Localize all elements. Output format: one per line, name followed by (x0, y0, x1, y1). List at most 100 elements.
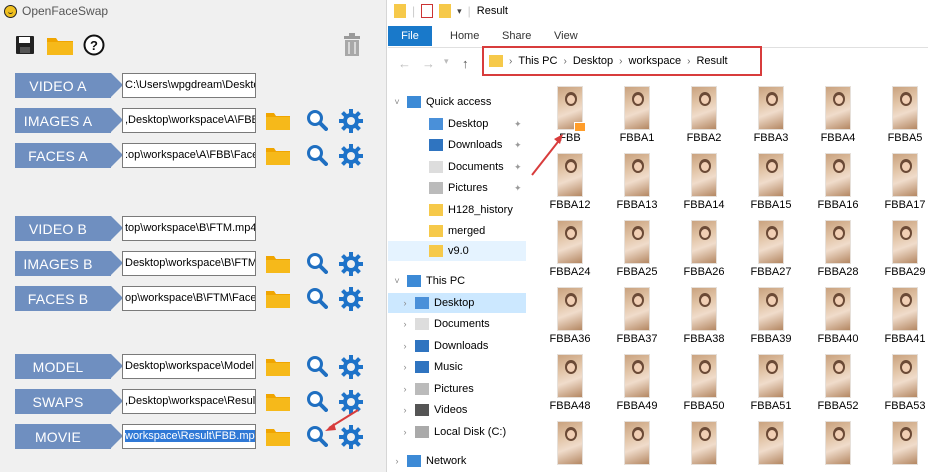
faces-b-path-field[interactable]: op\workspace\B\FTM\Face (122, 286, 256, 311)
up-arrow-icon[interactable]: ↑ (462, 56, 469, 71)
file-item[interactable]: FBBA28 (806, 220, 870, 278)
images-a-search-icon[interactable] (306, 109, 328, 131)
file-item[interactable]: FBBA39 (739, 287, 803, 345)
model-settings-gear-icon[interactable] (339, 355, 363, 379)
file-item[interactable]: FBBA14 (672, 153, 736, 211)
file-item[interactable] (672, 421, 736, 467)
save-icon[interactable] (15, 35, 35, 55)
tab-share[interactable]: Share (492, 26, 541, 46)
pin-icon[interactable]: ✦ (514, 183, 522, 194)
file-item[interactable]: FBB (538, 86, 602, 144)
tree-desktop-pinned[interactable]: Desktop ✦ (388, 114, 526, 134)
expand-chevron-icon[interactable]: › (400, 427, 410, 437)
breadcrumb-this-pc[interactable]: This PC (518, 55, 557, 67)
tree-v9[interactable]: v9.0 (388, 241, 526, 261)
file-item[interactable]: FBBA52 (806, 354, 870, 412)
tree-documents-pinned[interactable]: Documents ✦ (388, 157, 526, 177)
movie-path-field[interactable]: workspace\Result\FBB.mp4 (122, 424, 256, 449)
recent-dropdown-icon[interactable]: ▾ (444, 56, 449, 67)
swaps-search-icon[interactable] (306, 390, 328, 412)
file-item[interactable]: FBBA12 (538, 153, 602, 211)
quick-access[interactable]: ˅ Quick access (388, 92, 526, 112)
faces-b-browse-folder-icon[interactable] (265, 287, 291, 309)
file-item[interactable]: FBBA51 (739, 354, 803, 412)
breadcrumb-desktop[interactable]: Desktop (573, 55, 613, 67)
address-bar[interactable]: › This PC › Desktop › workspace › Result (482, 46, 762, 76)
pin-icon[interactable]: ✦ (514, 140, 522, 151)
expand-chevron-icon[interactable]: › (400, 384, 410, 394)
file-item[interactable]: FBBA27 (739, 220, 803, 278)
pin-icon[interactable]: ✦ (514, 119, 522, 130)
tab-file[interactable]: File (388, 26, 432, 46)
faces-b-search-icon[interactable] (306, 287, 328, 309)
file-item[interactable]: FBBA41 (873, 287, 928, 345)
properties-icon[interactable] (421, 4, 434, 18)
new-folder-icon[interactable] (439, 4, 452, 18)
model-browse-folder-icon[interactable] (265, 355, 291, 377)
expand-chevron-icon[interactable]: ˅ (392, 97, 402, 107)
tree-desktop[interactable]: › Desktop (388, 293, 526, 313)
movie-browse-folder-icon[interactable] (265, 425, 291, 447)
tree-local-disk[interactable]: › Local Disk (C:) (388, 422, 526, 442)
file-item[interactable] (739, 421, 803, 467)
file-item[interactable] (605, 421, 669, 467)
swaps-settings-gear-icon[interactable] (339, 390, 363, 414)
model-path-field[interactable]: Desktop\workspace\Model (122, 354, 256, 379)
file-item[interactable]: FBBA37 (605, 287, 669, 345)
tab-home[interactable]: Home (440, 26, 489, 46)
qat-dropdown-icon[interactable]: ▾ (457, 6, 462, 17)
images-b-browse-folder-icon[interactable] (265, 252, 291, 274)
tree-pictures-pinned[interactable]: Pictures ✦ (388, 178, 526, 198)
file-item[interactable]: FBBA3 (739, 86, 803, 144)
tree-downloads-pinned[interactable]: Downloads ✦ (388, 135, 526, 155)
open-folder-icon[interactable] (46, 34, 74, 56)
tree-downloads[interactable]: › Downloads (388, 336, 526, 356)
faces-a-search-icon[interactable] (306, 144, 328, 166)
file-item[interactable]: FBBA4 (806, 86, 870, 144)
this-pc[interactable]: ˅ This PC (388, 271, 526, 291)
pin-icon[interactable]: ✦ (514, 162, 522, 173)
file-item[interactable]: FBBA5 (873, 86, 928, 144)
video-a-path-field[interactable]: C:\Users\wpgdream\Desktop (122, 73, 256, 98)
file-item[interactable]: FBBA38 (672, 287, 736, 345)
movie-search-icon[interactable] (306, 425, 328, 447)
back-arrow-icon[interactable]: ← (398, 56, 411, 71)
file-item[interactable]: FBBA15 (739, 153, 803, 211)
help-icon[interactable]: ? (83, 34, 105, 56)
breadcrumb-workspace[interactable]: workspace (629, 55, 682, 67)
expand-chevron-icon[interactable]: › (400, 405, 410, 415)
images-b-search-icon[interactable] (306, 252, 328, 274)
faces-a-settings-gear-icon[interactable] (339, 144, 363, 168)
file-item[interactable]: FBBA36 (538, 287, 602, 345)
expand-chevron-icon[interactable]: › (400, 341, 410, 351)
images-a-browse-folder-icon[interactable] (265, 109, 291, 131)
tab-view[interactable]: View (544, 26, 588, 46)
file-item[interactable]: FBBA13 (605, 153, 669, 211)
breadcrumb-result[interactable]: Result (696, 55, 727, 67)
file-item[interactable]: FBBA16 (806, 153, 870, 211)
file-item[interactable]: FBBA40 (806, 287, 870, 345)
video-b-path-field[interactable]: top\workspace\B\FTM.mp4 (122, 216, 256, 241)
tree-h128-history[interactable]: H128_history (388, 200, 526, 220)
file-item[interactable]: FBBA17 (873, 153, 928, 211)
swaps-path-field[interactable]: ,Desktop\workspace\Result (122, 389, 256, 414)
file-item[interactable]: FBBA48 (538, 354, 602, 412)
file-item[interactable] (806, 421, 870, 467)
file-item[interactable]: FBBA24 (538, 220, 602, 278)
faces-b-settings-gear-icon[interactable] (339, 287, 363, 311)
faces-a-browse-folder-icon[interactable] (265, 144, 291, 166)
file-item[interactable] (873, 421, 928, 467)
tree-videos[interactable]: › Videos (388, 400, 526, 420)
trash-icon[interactable] (343, 33, 361, 57)
tree-music[interactable]: › Music (388, 357, 526, 377)
file-item[interactable]: FBBA49 (605, 354, 669, 412)
movie-settings-gear-icon[interactable] (339, 425, 363, 449)
file-item[interactable]: FBBA26 (672, 220, 736, 278)
tree-network[interactable]: › Network (388, 451, 526, 471)
expand-chevron-icon[interactable]: › (400, 319, 410, 329)
file-item[interactable]: FBBA29 (873, 220, 928, 278)
images-a-settings-gear-icon[interactable] (339, 109, 363, 133)
forward-arrow-icon[interactable]: → (422, 56, 435, 71)
model-search-icon[interactable] (306, 355, 328, 377)
expand-chevron-icon[interactable]: › (392, 456, 402, 466)
